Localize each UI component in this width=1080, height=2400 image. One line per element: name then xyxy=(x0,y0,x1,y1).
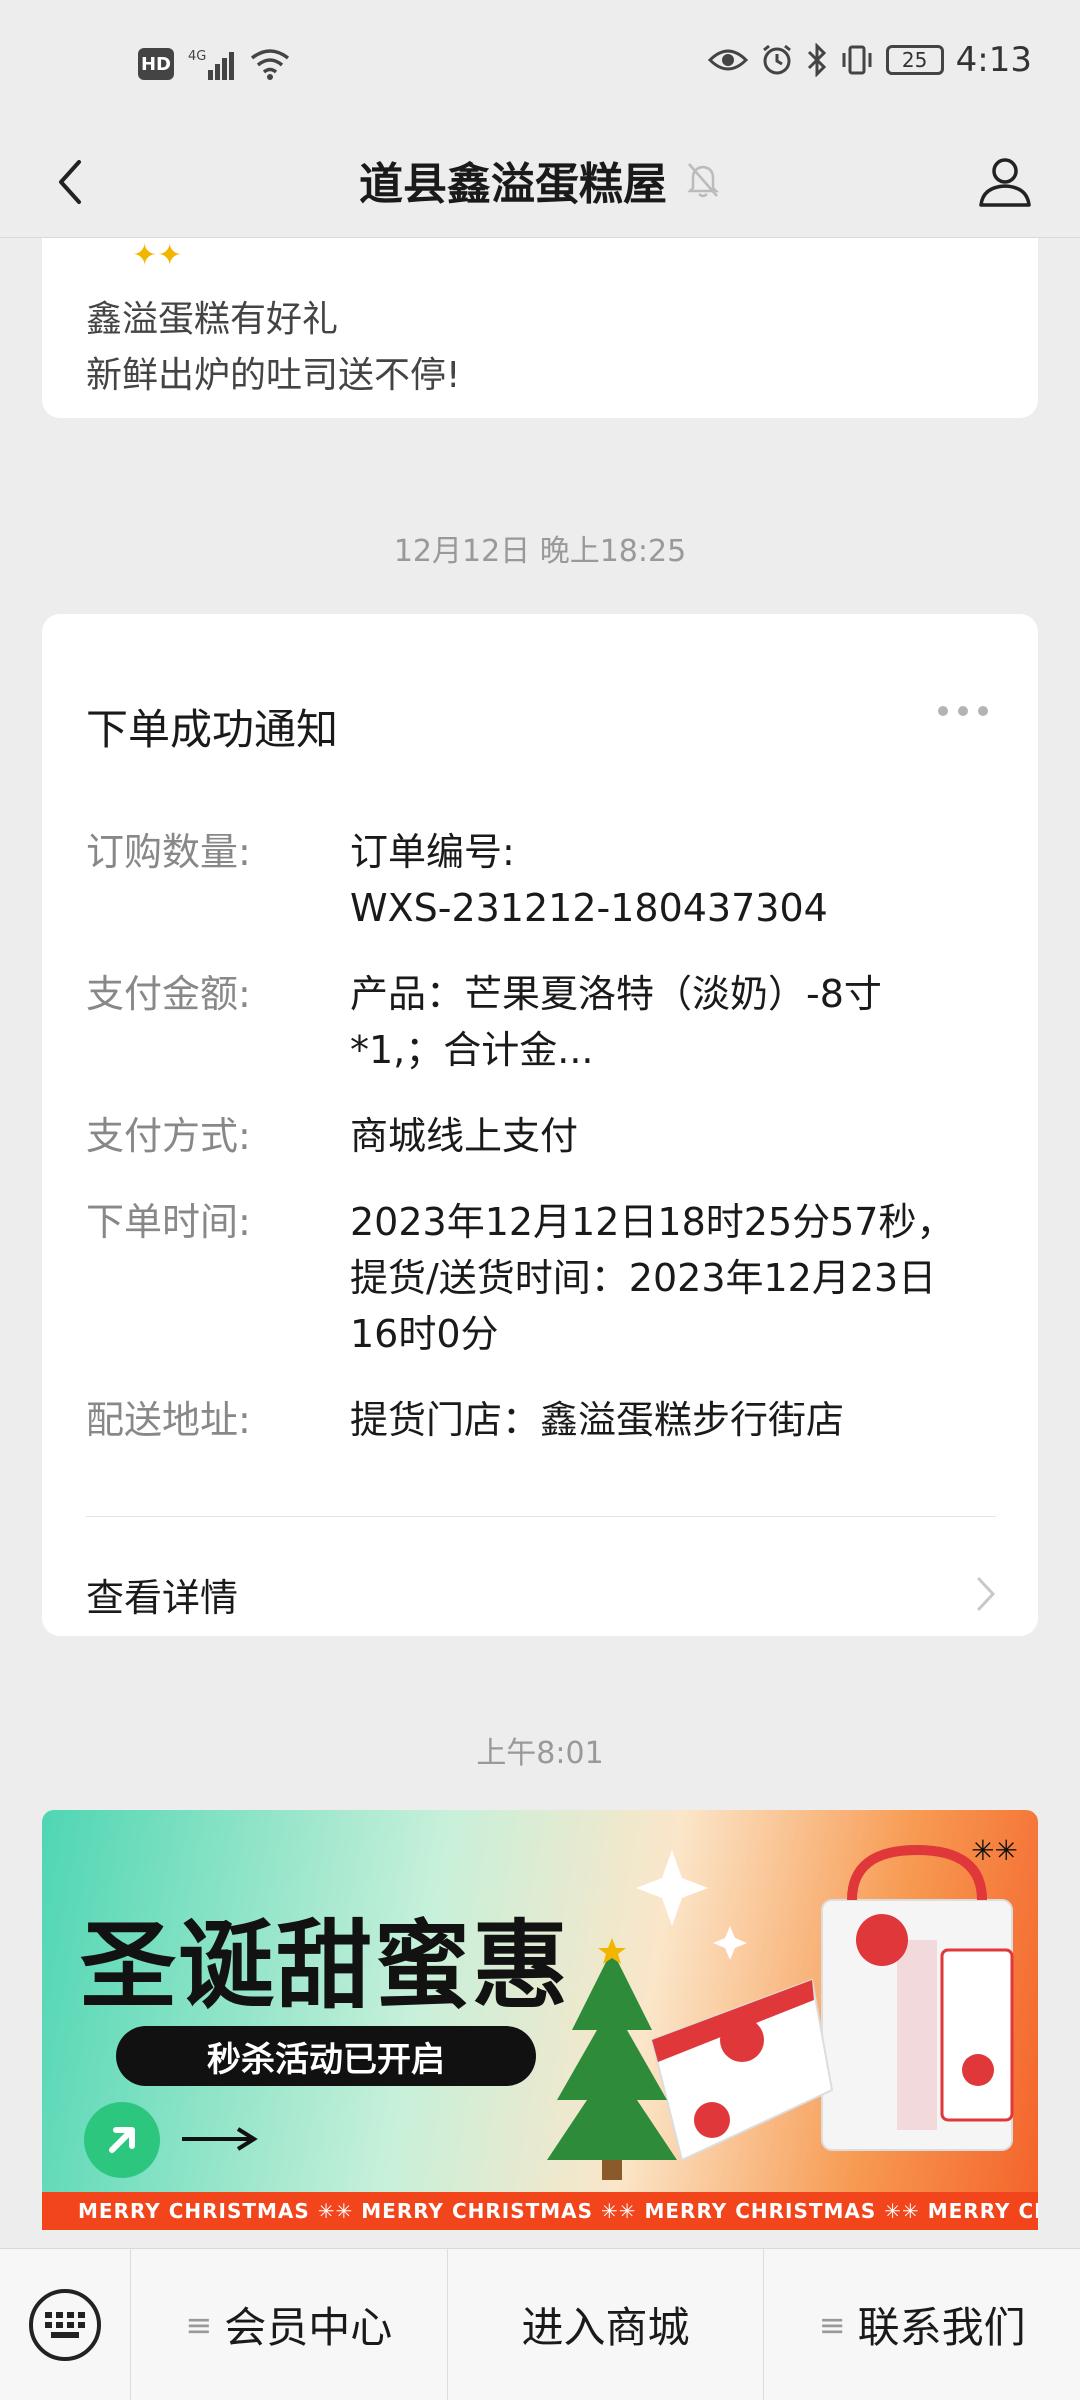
field-value: 产品：芒果夏洛特（淡奶）-8寸 *1,；合计金... xyxy=(350,972,882,1072)
banner-badge: 秒杀活动已开启 xyxy=(116,2026,536,2086)
order-notification-card[interactable]: 下单成功通知 订购数量: 订单编号: WXS-231212-180437304 … xyxy=(42,614,1038,1636)
profile-button[interactable] xyxy=(970,146,1040,216)
status-bar: HD 4G 25 4:13 xyxy=(0,0,1080,130)
page-title: 道县鑫溢蛋糕屋 xyxy=(359,159,667,210)
bluetooth-icon xyxy=(807,43,826,77)
nav-title-wrap: 道县鑫溢蛋糕屋 xyxy=(0,148,1080,212)
menu-item-label: 会员中心 xyxy=(224,2303,393,2352)
menu-item-enter-mall[interactable]: 进入商城 xyxy=(446,2248,764,2400)
view-details-link[interactable]: 查看详情 xyxy=(86,1554,996,1634)
keyboard-toggle-button[interactable] xyxy=(0,2249,130,2400)
order-field: 支付金额: 产品：芒果夏洛特（淡奶）-8寸 *1,；合计金... xyxy=(86,966,996,1078)
field-value: 2023年12月12日18时25分57秒， 提货/送货时间：2023年12月23… xyxy=(350,1200,955,1356)
menu-item-member-center[interactable]: ≡ 会员中心 xyxy=(130,2248,447,2400)
message-timestamp: 12月12日 晚上18:25 xyxy=(393,534,687,569)
cake-gift-illustration xyxy=(547,1844,1014,2180)
message-line: 鑫溢蛋糕有好礼 xyxy=(86,299,339,340)
chevron-right-icon xyxy=(977,1577,996,1611)
order-field: 下单时间: 2023年12月12日18时25分57秒， 提货/送货时间：2023… xyxy=(86,1194,996,1362)
dot-icon xyxy=(938,706,948,716)
more-options-button[interactable] xyxy=(938,706,988,716)
nav-bar: 道县鑫溢蛋糕屋 xyxy=(0,130,1080,238)
eye-icon xyxy=(707,49,748,71)
hd-badge: HD xyxy=(138,48,174,80)
banner-ticker: MERRY CHRISTMAS ✳✳ MERRY CHRISTMAS ✳✳ ME… xyxy=(42,2192,1038,2230)
alarm-icon xyxy=(762,44,791,75)
field-label: 支付方式: xyxy=(86,1114,251,1158)
menu-item-label: 进入商城 xyxy=(521,2303,690,2352)
vibrate-icon xyxy=(842,45,872,75)
field-label: 下单时间: xyxy=(86,1200,251,1244)
status-right: 25 4:13 xyxy=(707,40,1032,80)
menu-item-contact-us[interactable]: ≡ 联系我们 xyxy=(763,2248,1080,2400)
order-fields: 订购数量: 订单编号: WXS-231212-180437304 支付金额: 产… xyxy=(86,824,996,1478)
field-value: 订单编号: WXS-231212-180437304 xyxy=(350,830,828,930)
arrow-circle-icon xyxy=(84,2102,160,2178)
card-title: 下单成功通知 xyxy=(86,705,339,754)
signal-icon: 4G xyxy=(188,49,234,80)
banner-title: 圣诞甜蜜惠 xyxy=(80,1910,570,2022)
message-line: 新鲜出炉的吐司送不停! xyxy=(86,355,461,396)
menu-lines-icon: ≡ xyxy=(185,2305,213,2344)
wifi-icon xyxy=(250,49,290,80)
field-label: 配送地址: xyxy=(86,1398,251,1442)
field-label: 订购数量: xyxy=(86,830,251,874)
sparkle-icon: ✦✦ xyxy=(132,238,183,273)
divider xyxy=(86,1516,996,1517)
field-value: 商城线上支付 xyxy=(350,1114,579,1158)
message-timestamp: 上午8:01 xyxy=(476,1736,604,1771)
previous-message-card[interactable]: ✦✦ 鑫溢蛋糕有好礼 新鲜出炉的吐司送不停! xyxy=(42,238,1038,418)
status-left: HD 4G xyxy=(138,46,290,82)
battery-indicator: 25 xyxy=(885,45,944,75)
svg-text:4G: 4G xyxy=(188,49,206,64)
menu-item-label: 联系我们 xyxy=(857,2303,1026,2352)
dot-icon xyxy=(978,706,988,716)
keyboard-icon xyxy=(29,2288,101,2361)
status-time: 4:13 xyxy=(955,40,1032,80)
order-field: 订购数量: 订单编号: WXS-231212-180437304 xyxy=(86,824,996,936)
order-field: 配送地址: 提货门店：鑫溢蛋糕步行街店 xyxy=(86,1392,996,1448)
field-value: 提货门店：鑫溢蛋糕步行街店 xyxy=(350,1398,845,1442)
dot-icon xyxy=(958,706,968,716)
long-arrow-right-icon xyxy=(182,2127,258,2151)
field-label: 支付金额: xyxy=(86,972,251,1016)
order-field: 支付方式: 商城线上支付 xyxy=(86,1108,996,1164)
mute-bell-icon xyxy=(686,163,720,198)
view-details-label: 查看详情 xyxy=(86,1575,239,1620)
arrow-up-right-icon xyxy=(109,2127,135,2153)
bottom-menu-bar: ≡ 会员中心 进入商城 ≡ 联系我们 xyxy=(0,2248,1080,2400)
menu-lines-icon: ≡ xyxy=(818,2305,846,2344)
promo-banner[interactable]: ✳✳ 圣诞甜蜜惠 秒杀活动已开启 MERRY CHRISTMAS ✳✳ MERR… xyxy=(42,1810,1038,2230)
person-icon xyxy=(979,158,1031,207)
